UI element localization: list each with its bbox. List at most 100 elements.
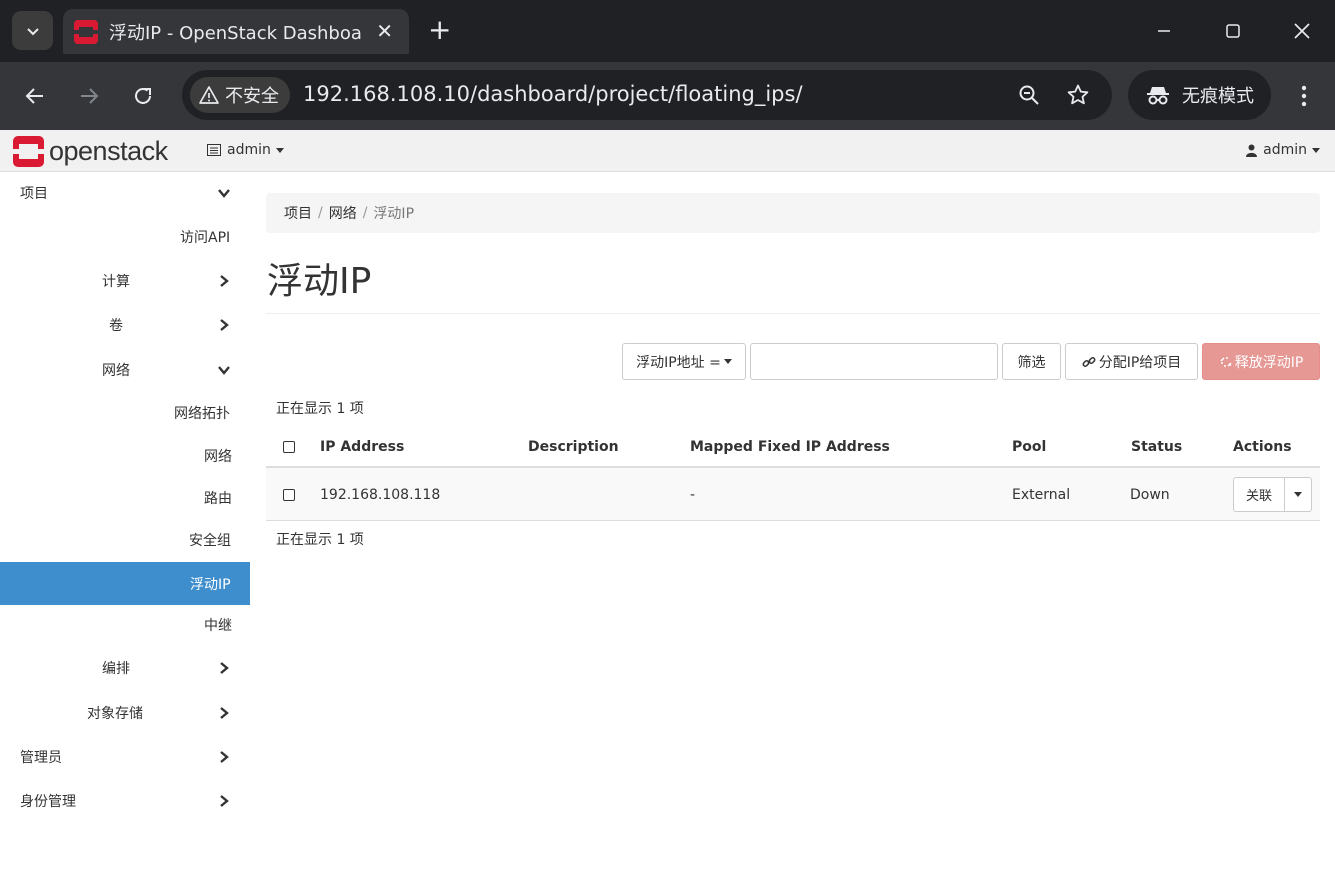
sidebar-item-security-groups[interactable]: 安全组 bbox=[0, 520, 250, 560]
col-header-pool[interactable]: Pool bbox=[1012, 427, 1046, 466]
table-row: 192.168.108.118 - External Down 关联 bbox=[266, 468, 1320, 521]
bookmark-star-icon[interactable] bbox=[1066, 83, 1090, 107]
incognito-icon bbox=[1147, 87, 1169, 105]
sidebar-item-identity[interactable]: 身份管理 bbox=[0, 781, 250, 821]
unlink-icon bbox=[1220, 356, 1232, 367]
sidebar-item-trunks[interactable]: 中继 bbox=[0, 605, 250, 645]
filter-button[interactable]: 筛选 bbox=[1002, 343, 1061, 380]
forward-icon[interactable] bbox=[76, 83, 102, 109]
breadcrumb-separator: / bbox=[362, 205, 368, 221]
cell-ip[interactable]: 192.168.108.118 bbox=[320, 468, 440, 521]
sidebar-item-project[interactable]: 项目 bbox=[0, 173, 250, 213]
col-header-description[interactable]: Description bbox=[528, 427, 619, 466]
browser-menu-icon[interactable] bbox=[1292, 82, 1316, 110]
chevron-down-icon bbox=[218, 366, 230, 375]
sidebar-item-volumes[interactable]: 卷 bbox=[0, 305, 250, 345]
sidebar-item-admin[interactable]: 管理员 bbox=[0, 737, 250, 777]
incognito-chip[interactable]: 无痕模式 bbox=[1128, 70, 1271, 120]
associate-button[interactable]: 关联 bbox=[1233, 477, 1285, 512]
filter-search-input[interactable] bbox=[750, 343, 998, 380]
sidebar-item-label: 路由 bbox=[204, 491, 232, 507]
sidebar-item-label: 计算 bbox=[102, 274, 130, 290]
tab-search-button[interactable] bbox=[12, 11, 53, 50]
breadcrumb: 项目 / 网络 / 浮动IP bbox=[266, 193, 1320, 233]
sidebar-item-label: 身份管理 bbox=[20, 794, 76, 810]
filter-button-label: 筛选 bbox=[1017, 354, 1046, 371]
logo-text: openstack bbox=[49, 135, 168, 166]
filter-bar: 浮动IP地址 = 筛选 分配IP给项目 释放浮动IP bbox=[266, 343, 1320, 380]
sidebar-item-floating-ips[interactable]: 浮动IP bbox=[0, 562, 250, 605]
more-actions-toggle[interactable] bbox=[1285, 477, 1312, 512]
caret-down-icon bbox=[1312, 147, 1320, 153]
sidebar-item-label: 管理员 bbox=[20, 750, 62, 766]
security-chip[interactable]: 不安全 bbox=[190, 77, 290, 113]
breadcrumb-item-network[interactable]: 网络 bbox=[329, 203, 357, 223]
caret-down-icon bbox=[1294, 492, 1302, 497]
cell-pool: External bbox=[1012, 486, 1071, 503]
col-header-actions: Actions bbox=[1233, 438, 1292, 455]
sidebar-item-label: 网络 bbox=[204, 449, 232, 465]
browser-toolbar: 不安全 192.168.108.10/dashboard/project/flo… bbox=[0, 62, 1335, 130]
list-icon bbox=[207, 144, 221, 156]
sidebar-item-routers[interactable]: 路由 bbox=[0, 478, 250, 518]
page-title: 浮动IP bbox=[267, 261, 372, 302]
chevron-right-icon bbox=[220, 275, 229, 287]
sidebar-item-networks[interactable]: 网络 bbox=[0, 436, 250, 476]
url-text[interactable]: 192.168.108.10/dashboard/project/floatin… bbox=[303, 82, 803, 106]
row-actions: 关联 bbox=[1233, 477, 1312, 512]
browser-tab-active[interactable]: 浮动IP - OpenStack Dashboard ✕ bbox=[63, 9, 409, 54]
title-divider bbox=[266, 313, 1320, 314]
chevron-right-icon bbox=[220, 795, 229, 807]
chevron-right-icon bbox=[220, 662, 229, 674]
openstack-logo[interactable]: openstack bbox=[13, 135, 168, 167]
cell-status: Down bbox=[1130, 486, 1170, 503]
chevron-right-icon bbox=[220, 707, 229, 719]
row-checkbox[interactable] bbox=[283, 468, 295, 521]
caret-down-icon bbox=[275, 147, 284, 153]
tab-title: 浮动IP - OpenStack Dashboard bbox=[109, 22, 363, 44]
caret-down-icon bbox=[723, 359, 732, 364]
select-all-checkbox[interactable] bbox=[283, 427, 295, 466]
col-header-mapped-ip[interactable]: Mapped Fixed IP Address bbox=[690, 427, 890, 466]
allocate-ip-button[interactable]: 分配IP给项目 bbox=[1065, 343, 1198, 380]
tab-close-icon[interactable]: ✕ bbox=[376, 21, 393, 41]
sidebar-item-api-access[interactable]: 访问API bbox=[0, 217, 250, 257]
new-tab-icon[interactable]: + bbox=[428, 16, 451, 44]
cell-mapped-ip: - bbox=[690, 486, 696, 503]
project-selector[interactable]: admin bbox=[207, 142, 284, 158]
sidebar-item-label: 中继 bbox=[204, 618, 232, 634]
breadcrumb-current: 浮动IP bbox=[373, 206, 415, 222]
close-window-icon[interactable] bbox=[1287, 17, 1317, 45]
openstack-logo-icon bbox=[13, 135, 44, 167]
filter-field-label: 浮动IP地址 = bbox=[636, 354, 721, 371]
sidebar-item-network[interactable]: 网络 bbox=[0, 350, 250, 390]
sidebar-item-network-topology[interactable]: 网络拓扑 bbox=[0, 393, 250, 433]
minimize-icon[interactable] bbox=[1149, 17, 1179, 45]
project-name: admin bbox=[227, 142, 271, 158]
col-header-ip[interactable]: IP Address bbox=[320, 427, 404, 466]
chevron-right-icon bbox=[220, 319, 229, 331]
user-icon bbox=[1246, 144, 1258, 157]
web-page: openstack admin admin 项目 访问API 计算 卷 网络 网… bbox=[0, 130, 1335, 870]
sidebar-item-object-store[interactable]: 对象存储 bbox=[0, 693, 250, 733]
maximize-icon[interactable] bbox=[1218, 17, 1248, 45]
breadcrumb-separator: / bbox=[318, 205, 323, 221]
reload-icon[interactable] bbox=[130, 83, 156, 109]
release-ip-button[interactable]: 释放浮动IP bbox=[1202, 343, 1320, 380]
back-icon[interactable] bbox=[22, 83, 48, 109]
sidebar-item-label: 浮动IP bbox=[190, 576, 231, 593]
sidebar-item-label: 网络拓扑 bbox=[174, 406, 230, 422]
chevron-down-icon bbox=[218, 189, 230, 198]
warning-icon bbox=[199, 86, 219, 104]
user-menu[interactable]: admin bbox=[1246, 142, 1320, 158]
user-name: admin bbox=[1263, 142, 1307, 158]
col-header-status[interactable]: Status bbox=[1131, 427, 1182, 466]
sidebar-item-orchestration[interactable]: 编排 bbox=[0, 648, 250, 688]
zoom-icon[interactable] bbox=[1017, 83, 1041, 107]
breadcrumb-item-project[interactable]: 项目 bbox=[284, 203, 312, 223]
filter-field-dropdown[interactable]: 浮动IP地址 = bbox=[622, 343, 746, 380]
associate-label: 关联 bbox=[1245, 489, 1272, 504]
sidebar-item-compute[interactable]: 计算 bbox=[0, 261, 250, 301]
link-icon bbox=[1082, 356, 1096, 367]
address-bar[interactable]: 不安全 192.168.108.10/dashboard/project/flo… bbox=[182, 70, 1112, 120]
